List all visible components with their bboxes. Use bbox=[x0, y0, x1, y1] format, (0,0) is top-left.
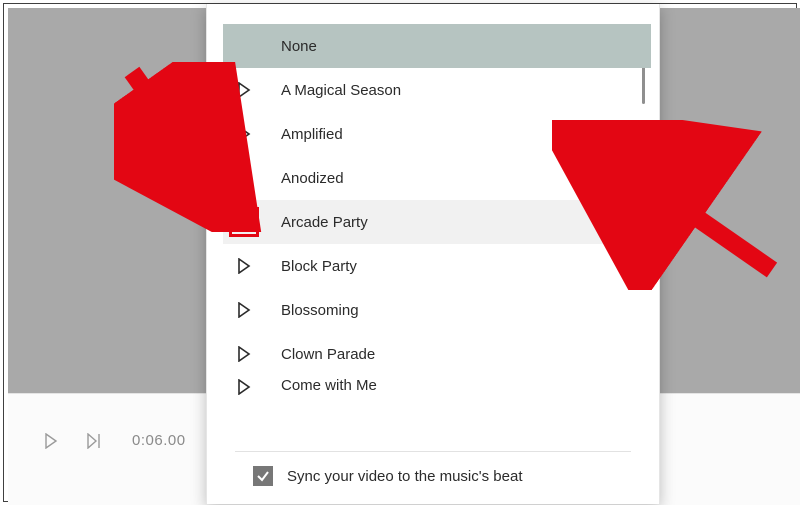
play-icon[interactable] bbox=[44, 433, 58, 449]
play-preview-icon[interactable] bbox=[235, 169, 253, 187]
play-preview-icon[interactable] bbox=[235, 125, 253, 143]
music-item-label: Block Party bbox=[281, 258, 357, 275]
music-item-label: Amplified bbox=[281, 126, 343, 143]
music-list-item[interactable]: Block Party bbox=[223, 244, 651, 288]
play-preview-icon[interactable] bbox=[235, 301, 253, 319]
music-list: None A Magical Season Amplified Anodized Arc… bbox=[223, 24, 651, 398]
sync-option-row[interactable]: Sync your video to the music's beat bbox=[207, 452, 659, 504]
music-item-label: Arcade Party bbox=[281, 214, 368, 231]
play-preview-icon[interactable] bbox=[235, 257, 253, 275]
step-forward-icon[interactable] bbox=[86, 433, 104, 449]
music-list-item[interactable]: Come with Me bbox=[223, 376, 651, 398]
music-list-item[interactable]: Anodized bbox=[223, 156, 651, 200]
music-item-label: Anodized bbox=[281, 170, 344, 187]
music-item-label: Come with Me bbox=[281, 377, 377, 394]
timecode: 0:06.00 bbox=[132, 432, 186, 449]
music-item-label: A Magical Season bbox=[281, 82, 401, 99]
play-preview-icon[interactable] bbox=[235, 378, 253, 396]
music-list-item[interactable]: Arcade Party bbox=[223, 200, 651, 244]
sync-checkbox[interactable] bbox=[253, 466, 273, 486]
music-list-item[interactable]: A Magical Season bbox=[223, 68, 651, 112]
music-item-label: Clown Parade bbox=[281, 346, 375, 363]
music-item-label: Blossoming bbox=[281, 302, 359, 319]
music-list-item[interactable]: Blossoming bbox=[223, 288, 651, 332]
music-list-item[interactable]: None bbox=[223, 24, 651, 68]
music-list-item[interactable]: Amplified bbox=[223, 112, 651, 156]
play-preview-icon[interactable] bbox=[235, 81, 253, 99]
app-frame: 0:06.00 None A Magical Season Amplified Ano… bbox=[3, 3, 797, 502]
play-preview-icon[interactable] bbox=[235, 345, 253, 363]
music-item-label: None bbox=[281, 38, 317, 55]
sync-label: Sync your video to the music's beat bbox=[287, 468, 522, 485]
music-list-item[interactable]: Clown Parade bbox=[223, 332, 651, 376]
play-preview-icon[interactable] bbox=[229, 207, 259, 237]
music-dropdown-panel: None A Magical Season Amplified Anodized Arc… bbox=[206, 4, 660, 504]
